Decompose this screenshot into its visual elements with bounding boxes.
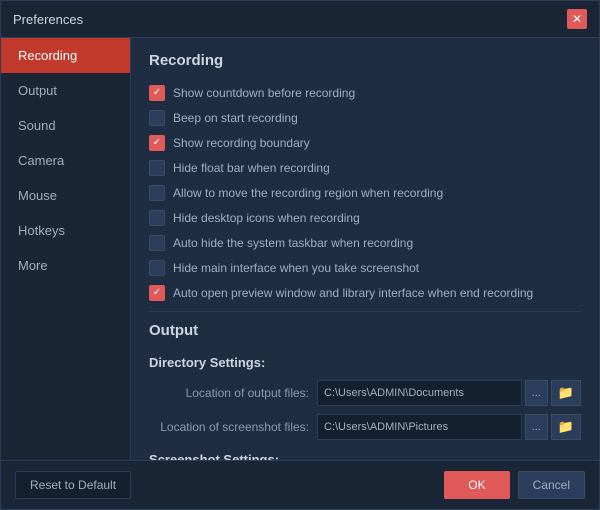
checkbox-hide-main: Hide main interface when you take screen… bbox=[149, 260, 581, 276]
checkbox-beep-box[interactable] bbox=[149, 110, 165, 126]
screenshot-files-label: Location of screenshot files: bbox=[149, 420, 309, 434]
screenshot-files-group: ... 📁 bbox=[317, 414, 581, 440]
output-files-group: ... 📁 bbox=[317, 380, 581, 406]
sidebar: Recording Output Sound Camera Mouse Hotk… bbox=[1, 38, 131, 460]
dialog-title: Preferences bbox=[13, 12, 83, 27]
screenshot-files-input[interactable] bbox=[317, 414, 522, 440]
checkbox-desktop-icons-box[interactable] bbox=[149, 210, 165, 226]
checkmark-icon: ✓ bbox=[153, 288, 161, 298]
directory-settings-title: Directory Settings: bbox=[149, 355, 581, 370]
sidebar-item-hotkeys[interactable]: Hotkeys bbox=[1, 213, 130, 248]
checkbox-taskbar-label: Auto hide the system taskbar when record… bbox=[173, 236, 413, 250]
close-button[interactable]: ✕ bbox=[567, 9, 587, 29]
output-files-input[interactable] bbox=[317, 380, 522, 406]
footer-right: OK Cancel bbox=[444, 471, 585, 499]
checkbox-boundary-label: Show recording boundary bbox=[173, 136, 310, 150]
checkmark-icon: ✓ bbox=[153, 88, 161, 98]
screenshot-files-row: Location of screenshot files: ... 📁 bbox=[149, 414, 581, 440]
checkbox-floatbar-box[interactable] bbox=[149, 160, 165, 176]
checkbox-taskbar: Auto hide the system taskbar when record… bbox=[149, 235, 581, 251]
checkbox-beep-label: Beep on start recording bbox=[173, 111, 298, 125]
checkbox-desktop-icons-label: Hide desktop icons when recording bbox=[173, 211, 360, 225]
checkbox-auto-open: ✓ Auto open preview window and library i… bbox=[149, 285, 581, 301]
sidebar-item-recording[interactable]: Recording bbox=[1, 38, 130, 73]
sidebar-item-more[interactable]: More bbox=[1, 248, 130, 283]
screenshot-settings-title: Screenshot Settings: bbox=[149, 452, 581, 460]
sidebar-item-camera[interactable]: Camera bbox=[1, 143, 130, 178]
separator bbox=[149, 311, 581, 312]
main-content: Recording Output Sound Camera Mouse Hotk… bbox=[1, 38, 599, 460]
checkbox-countdown: ✓ Show countdown before recording bbox=[149, 85, 581, 101]
checkbox-hide-main-box[interactable] bbox=[149, 260, 165, 276]
content-area: Recording ✓ Show countdown before record… bbox=[131, 38, 599, 460]
checkbox-auto-open-box[interactable]: ✓ bbox=[149, 285, 165, 301]
sidebar-item-mouse[interactable]: Mouse bbox=[1, 178, 130, 213]
title-bar: Preferences ✕ bbox=[1, 1, 599, 38]
checkbox-beep: Beep on start recording bbox=[149, 110, 581, 126]
checkbox-move-region-label: Allow to move the recording region when … bbox=[173, 186, 443, 200]
checkbox-hide-main-label: Hide main interface when you take screen… bbox=[173, 261, 419, 275]
output-files-label: Location of output files: bbox=[149, 386, 309, 400]
checkbox-boundary: ✓ Show recording boundary bbox=[149, 135, 581, 151]
checkbox-countdown-box[interactable]: ✓ bbox=[149, 85, 165, 101]
folder-icon: 📁 bbox=[558, 419, 574, 435]
screenshot-files-folder-button[interactable]: 📁 bbox=[551, 414, 581, 440]
checkmark-icon: ✓ bbox=[153, 138, 161, 148]
preferences-dialog: Preferences ✕ Recording Output Sound Cam… bbox=[0, 0, 600, 510]
checkbox-floatbar: Hide float bar when recording bbox=[149, 160, 581, 176]
checkbox-desktop-icons: Hide desktop icons when recording bbox=[149, 210, 581, 226]
checkbox-auto-open-label: Auto open preview window and library int… bbox=[173, 286, 533, 300]
checkbox-countdown-label: Show countdown before recording bbox=[173, 86, 355, 100]
checkbox-taskbar-box[interactable] bbox=[149, 235, 165, 251]
sidebar-item-output[interactable]: Output bbox=[1, 73, 130, 108]
screenshot-files-dots-button[interactable]: ... bbox=[525, 414, 548, 440]
checkbox-floatbar-label: Hide float bar when recording bbox=[173, 161, 330, 175]
folder-icon: 📁 bbox=[558, 385, 574, 401]
ok-button[interactable]: OK bbox=[444, 471, 509, 499]
footer: Reset to Default OK Cancel bbox=[1, 460, 599, 509]
output-files-dots-button[interactable]: ... bbox=[525, 380, 548, 406]
output-files-row: Location of output files: ... 📁 bbox=[149, 380, 581, 406]
cancel-button[interactable]: Cancel bbox=[518, 471, 585, 499]
reset-button[interactable]: Reset to Default bbox=[15, 471, 131, 499]
output-files-folder-button[interactable]: 📁 bbox=[551, 380, 581, 406]
checkbox-move-region: Allow to move the recording region when … bbox=[149, 185, 581, 201]
output-section: Output Directory Settings: Location of o… bbox=[149, 322, 581, 460]
checkbox-move-region-box[interactable] bbox=[149, 185, 165, 201]
checkbox-boundary-box[interactable]: ✓ bbox=[149, 135, 165, 151]
output-section-title: Output bbox=[149, 322, 581, 343]
recording-section-title: Recording bbox=[149, 52, 581, 73]
sidebar-item-sound[interactable]: Sound bbox=[1, 108, 130, 143]
